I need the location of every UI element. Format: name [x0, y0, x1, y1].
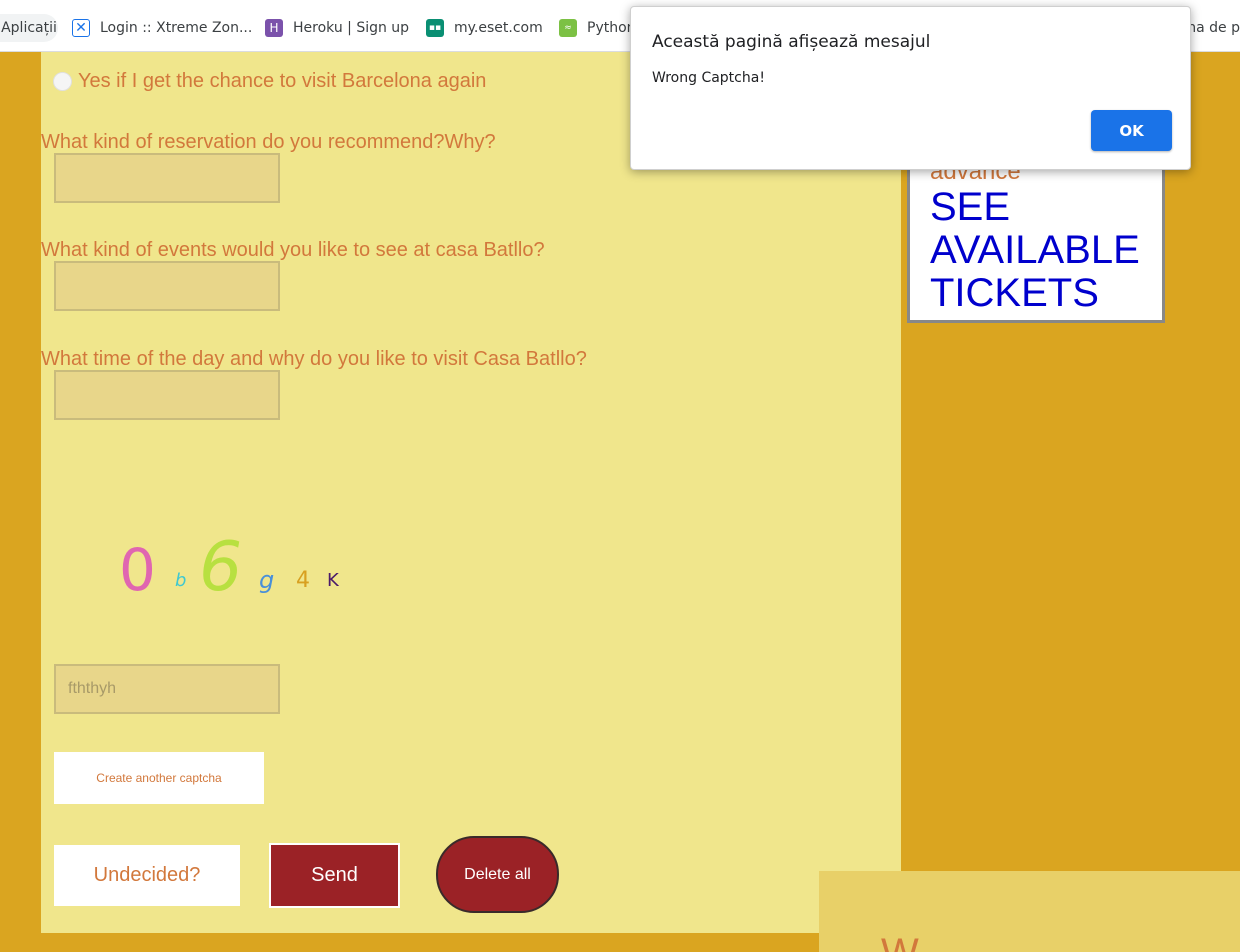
dialog-message: Wrong Captcha! [652, 70, 765, 86]
captcha-char: 0 [119, 536, 156, 604]
bookmark-label: ina de p [1183, 20, 1240, 36]
create-captcha-button[interactable]: Create another captcha [54, 752, 264, 804]
bottom-right-section: W [819, 871, 1240, 952]
question-reservation: What kind of reservation do you recommen… [41, 131, 496, 153]
bookmark-python[interactable]: ≈ Python [559, 14, 636, 42]
python-icon: ≈ [559, 19, 577, 37]
delete-all-button[interactable]: Delete all [436, 836, 559, 913]
tickets-box: advance SEE AVAILABLE TICKETS [907, 150, 1165, 323]
captcha-char: b [175, 570, 187, 591]
see-tickets-link[interactable]: SEE AVAILABLE TICKETS [930, 186, 1162, 315]
question-time: What time of the day and why do you like… [41, 348, 587, 370]
bookmark-apps[interactable]: Aplicații [0, 14, 58, 42]
events-input[interactable] [54, 261, 280, 311]
bookmark-label: Login :: Xtreme Zon... [100, 20, 253, 36]
radio-button[interactable] [53, 72, 72, 91]
captcha-char: K [327, 570, 339, 591]
captcha-char: g [259, 566, 275, 594]
bookmark-apps-label: Aplicații [1, 20, 57, 36]
undecided-button[interactable]: Undecided? [54, 845, 240, 906]
heroku-icon: H [265, 19, 283, 37]
bookmark-xtreme[interactable]: ✕ Login :: Xtreme Zon... [72, 14, 252, 42]
time-input[interactable] [54, 370, 280, 420]
dialog-title: Această pagină afișează mesajul [652, 32, 931, 52]
radio-label: Yes if I get the chance to visit Barcelo… [78, 70, 487, 92]
send-button[interactable]: Send [269, 843, 400, 908]
question-events: What kind of events would you like to se… [41, 239, 545, 261]
captcha-char: 4 [296, 568, 310, 593]
bookmark-label: Heroku | Sign up [293, 20, 410, 36]
ok-button[interactable]: OK [1091, 110, 1172, 151]
xtreme-icon: ✕ [72, 19, 90, 37]
bookmark-label: my.eset.com [454, 20, 543, 36]
survey-form: Yes if I get the chance to visit Barcelo… [41, 52, 901, 933]
bookmark-heroku[interactable]: H Heroku | Sign up [265, 14, 409, 42]
bookmark-eset[interactable]: ▪▪ my.eset.com [426, 14, 543, 42]
alert-dialog: Această pagină afișează mesajul Wrong Ca… [630, 6, 1191, 170]
bookmark-label: Python [587, 20, 636, 36]
captcha-char: 6 [199, 528, 243, 607]
captcha-input[interactable] [54, 664, 280, 714]
radio-option-row[interactable]: Yes if I get the chance to visit Barcelo… [53, 70, 486, 93]
reservation-input[interactable] [54, 153, 280, 203]
captcha-image: 0 b 6 g 4 K [119, 522, 379, 612]
eset-icon: ▪▪ [426, 19, 444, 37]
bottom-right-text: W [881, 931, 919, 952]
